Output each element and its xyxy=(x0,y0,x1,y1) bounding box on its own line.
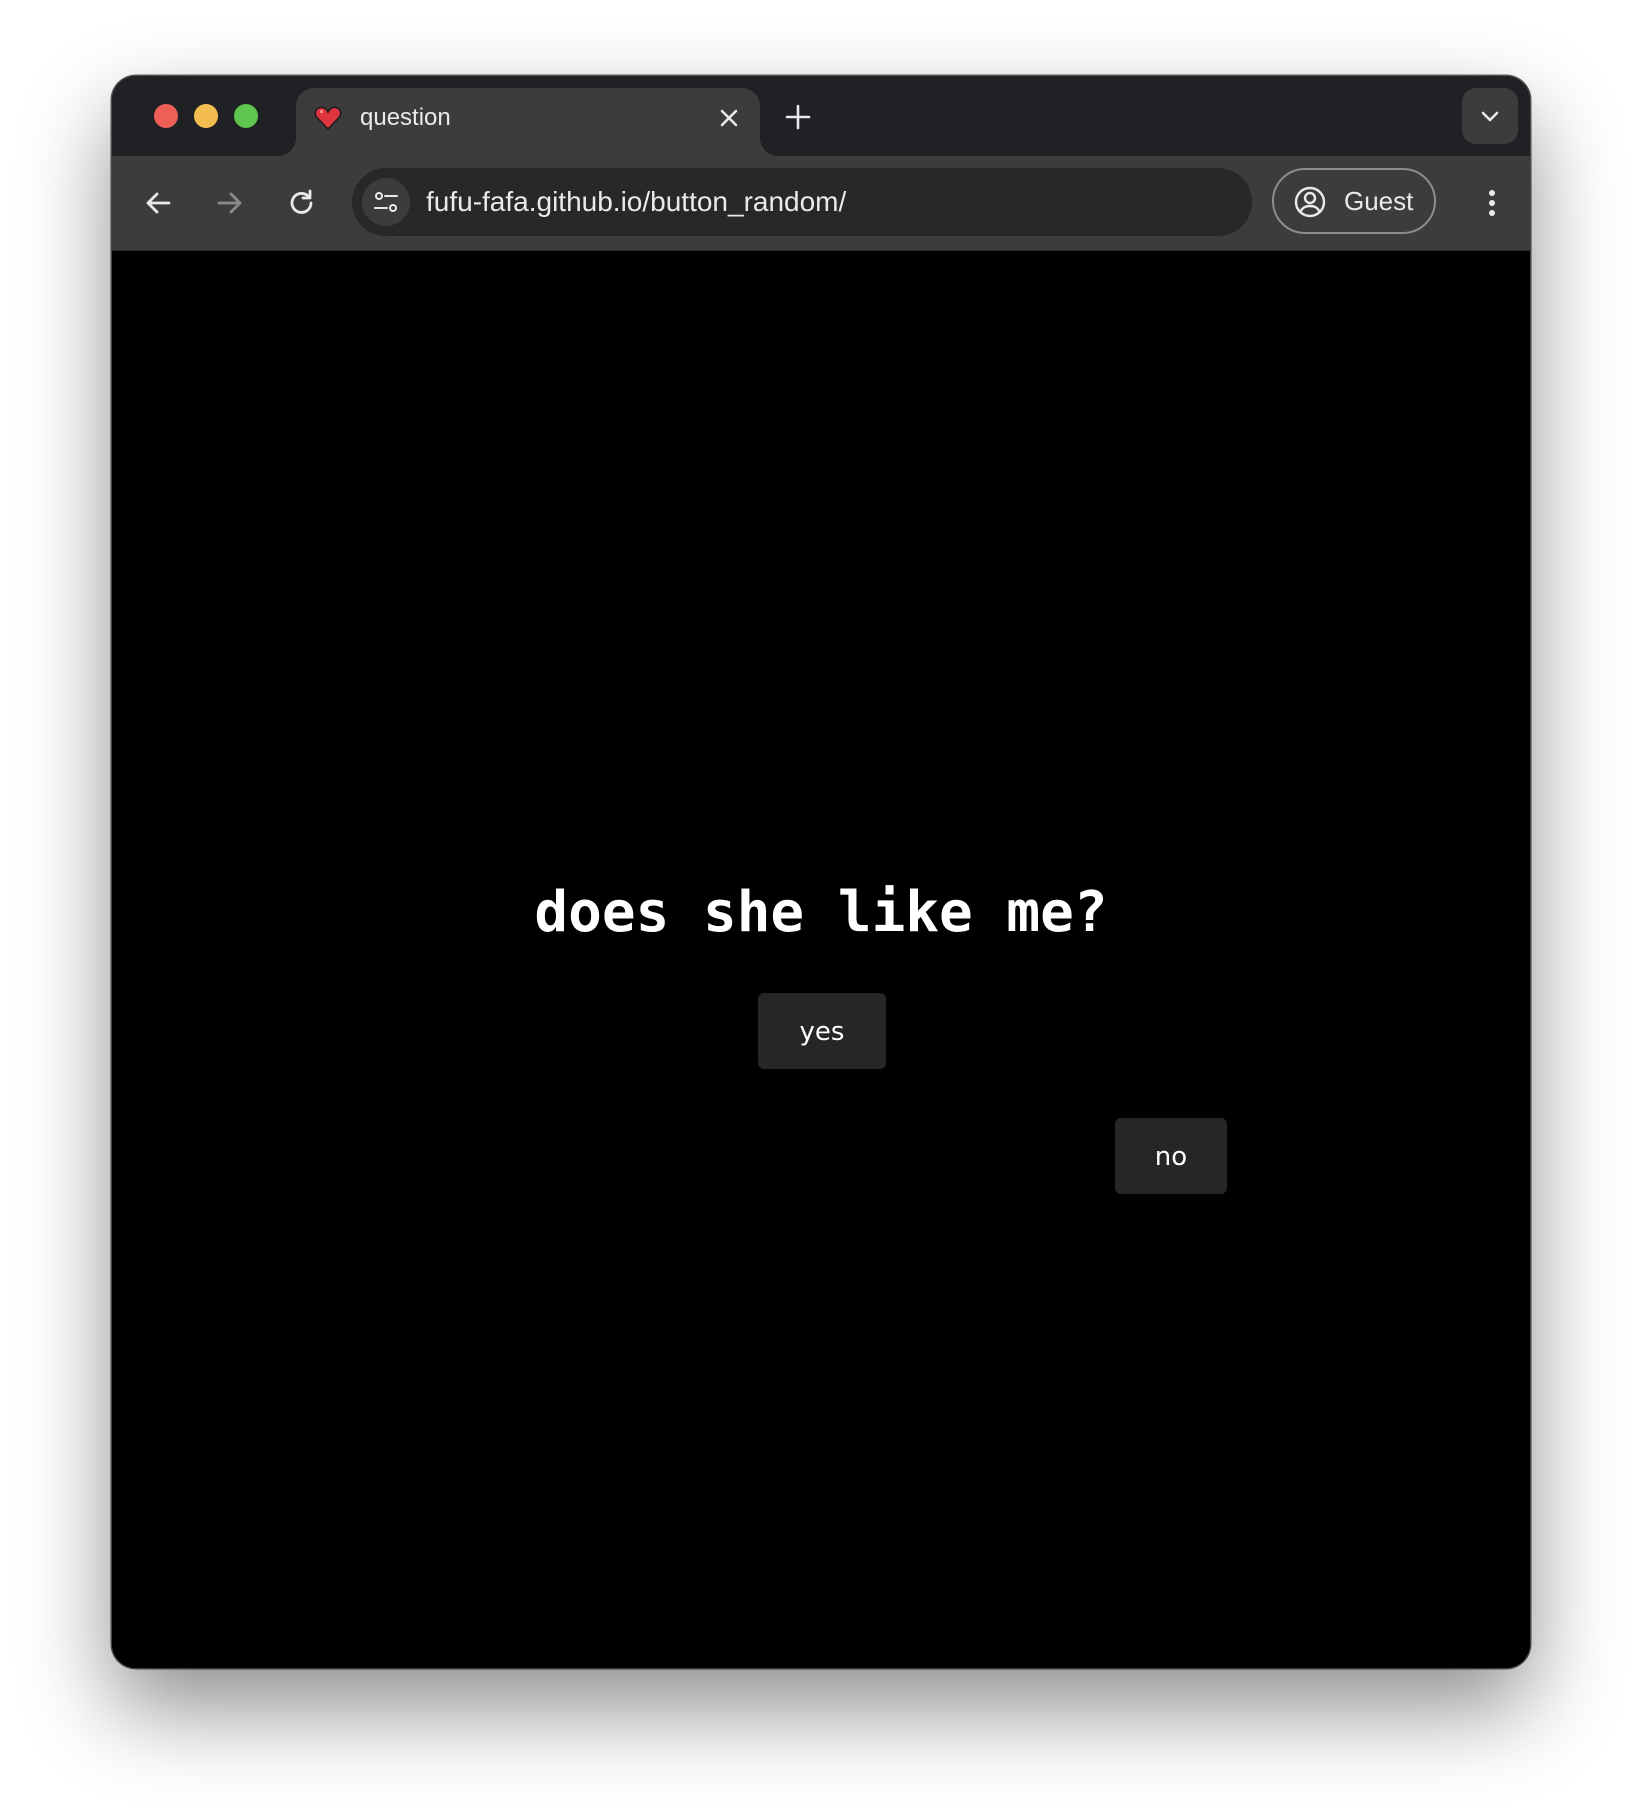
tune-icon xyxy=(374,192,398,212)
site-info-button[interactable] xyxy=(362,178,410,226)
tab-strip: question xyxy=(112,76,1530,160)
minimize-window-button[interactable] xyxy=(194,104,218,128)
new-tab-icon[interactable] xyxy=(784,103,812,131)
maximize-window-button[interactable] xyxy=(234,104,258,128)
question-heading: does she like me? xyxy=(534,880,1108,945)
tab-search-button[interactable] xyxy=(1462,88,1518,144)
page-content: does she like me? yes no xyxy=(112,251,1530,1668)
more-vert-icon[interactable] xyxy=(1472,183,1512,223)
forward-arrow-icon[interactable] xyxy=(210,183,250,223)
profile-label: Guest xyxy=(1344,186,1414,216)
tab-active[interactable]: question xyxy=(296,88,760,160)
reload-icon[interactable] xyxy=(282,183,322,223)
url-text[interactable]: fufu-fafa.github.io/button_random/ xyxy=(426,186,846,218)
chevron-down-icon xyxy=(1481,111,1499,122)
browser-window: question fufu-fafa.github.io/button_rand… xyxy=(112,76,1530,1668)
tab-title: question xyxy=(360,104,451,131)
yes-button[interactable]: yes xyxy=(758,993,886,1069)
back-arrow-icon[interactable] xyxy=(138,183,178,223)
address-bar[interactable]: fufu-fafa.github.io/button_random/ xyxy=(352,168,1252,236)
browser-toolbar: fufu-fafa.github.io/button_random/ Guest xyxy=(112,156,1530,251)
close-window-button[interactable] xyxy=(154,104,178,128)
profile-button[interactable]: Guest xyxy=(1272,168,1436,234)
close-tab-icon[interactable] xyxy=(714,103,744,133)
no-button[interactable]: no xyxy=(1115,1118,1227,1194)
heart-icon xyxy=(314,104,342,132)
account-circle-icon xyxy=(1294,186,1326,218)
